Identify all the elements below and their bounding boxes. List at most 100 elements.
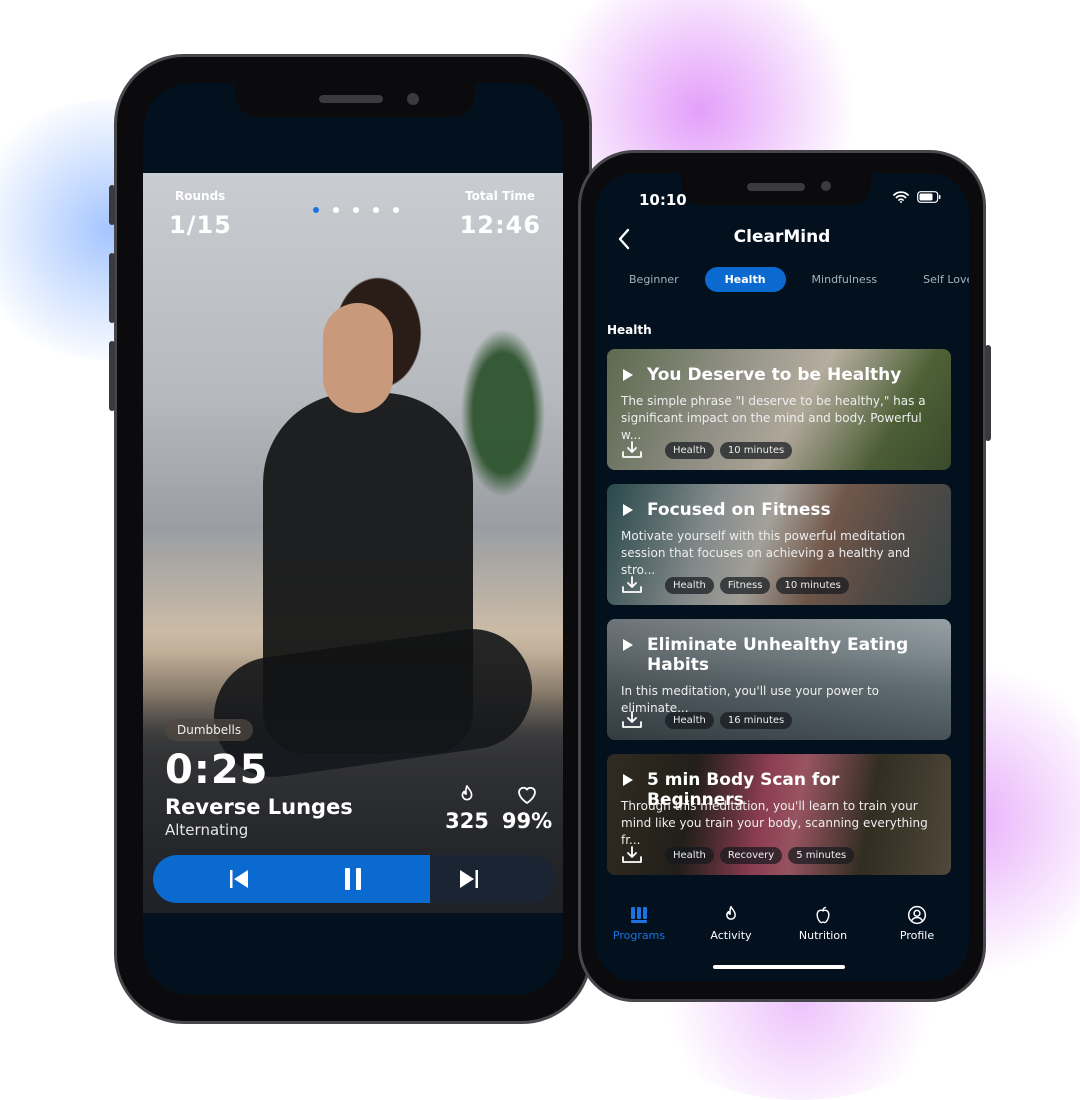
wifi-icon xyxy=(893,191,909,203)
calories-value: 325 xyxy=(445,809,489,833)
volume-up-button xyxy=(109,253,115,323)
tag: 16 minutes xyxy=(719,711,793,729)
page-dot[interactable] xyxy=(353,207,359,213)
meditation-card[interactable]: You Deserve to be Healthy The simple phr… xyxy=(607,349,951,470)
tag: Health xyxy=(665,711,714,729)
meditation-card[interactable]: Focused on Fitness Motivate yourself wit… xyxy=(607,484,951,605)
calories-metric: 325 xyxy=(437,783,497,833)
card-title-text: Focused on Fitness xyxy=(647,500,831,520)
next-button[interactable] xyxy=(439,855,499,903)
workout-phone: Rounds 1/15 Total Time 12:46 Dumbbells 0… xyxy=(109,54,592,1024)
pause-icon xyxy=(345,868,361,890)
download-icon[interactable] xyxy=(621,575,643,595)
status-time: 10:10 xyxy=(639,191,687,209)
play-icon xyxy=(623,504,633,516)
bottom-nav: Programs Activity Nutrition Profile xyxy=(595,885,969,981)
meditation-phone: 10:10 ClearMind Beginner Health Mindfulnes… xyxy=(578,150,991,1002)
page-indicator[interactable] xyxy=(313,207,399,213)
meditation-list: You Deserve to be Healthy The simple phr… xyxy=(607,349,951,919)
speaker xyxy=(319,95,383,103)
nav-programs[interactable]: Programs xyxy=(599,905,679,942)
download-icon[interactable] xyxy=(621,710,643,730)
nav-label: Nutrition xyxy=(798,929,848,942)
rounds-label: Rounds xyxy=(175,189,226,203)
page-dot[interactable] xyxy=(333,207,339,213)
tag: Fitness xyxy=(719,576,771,594)
camera xyxy=(407,93,419,105)
nav-activity[interactable]: Activity xyxy=(691,905,771,942)
meditation-card[interactable]: Eliminate Unhealthy Eating Habits In thi… xyxy=(607,619,951,740)
workout-screen: Rounds 1/15 Total Time 12:46 Dumbbells 0… xyxy=(143,83,563,995)
tab-beginner[interactable]: Beginner xyxy=(609,267,699,292)
rounds-value: 1/15 xyxy=(169,211,232,239)
meditation-card[interactable]: 5 min Body Scan for Beginners Through th… xyxy=(607,754,951,875)
card-description: Through this meditation, you'll learn to… xyxy=(621,799,928,847)
page-dot[interactable] xyxy=(393,207,399,213)
photo-shape xyxy=(323,303,393,413)
volume-down-button xyxy=(109,341,115,411)
tab-self-love[interactable]: Self Love xyxy=(903,267,969,292)
camera xyxy=(821,181,831,191)
home-indicator[interactable] xyxy=(713,965,845,969)
power-button xyxy=(985,345,991,441)
playback-controls xyxy=(153,855,555,903)
heart-rate-metric: 99% xyxy=(497,783,557,833)
programs-icon xyxy=(631,907,647,923)
phone-notch xyxy=(681,173,871,205)
download-icon[interactable] xyxy=(621,440,643,460)
profile-icon xyxy=(907,905,927,925)
tag: 5 minutes xyxy=(788,846,855,864)
total-time-value: 12:46 xyxy=(459,211,541,239)
page-dot[interactable] xyxy=(373,207,379,213)
heart-rate-value: 99% xyxy=(501,809,553,833)
mute-switch xyxy=(109,185,115,225)
flame-icon xyxy=(726,905,736,920)
card-title: Focused on Fitness xyxy=(621,500,937,520)
tag: Health xyxy=(665,441,714,459)
play-icon xyxy=(623,774,633,786)
total-time-label: Total Time xyxy=(465,189,535,203)
app-title: ClearMind xyxy=(733,227,831,247)
play-icon xyxy=(623,639,633,651)
card-footer: Health 10 minutes xyxy=(621,440,793,460)
card-footer: Health Recovery 5 minutes xyxy=(621,845,855,865)
flame-icon xyxy=(461,785,473,801)
phone-notch xyxy=(235,83,475,117)
tag: 10 minutes xyxy=(776,576,849,594)
battery-icon xyxy=(917,191,941,203)
apple-icon xyxy=(816,906,830,924)
download-icon[interactable] xyxy=(621,845,643,865)
meditation-screen: 10:10 ClearMind Beginner Health Mindfulnes… xyxy=(595,173,969,981)
card-title: Eliminate Unhealthy Eating Habits xyxy=(621,635,937,675)
section-title: Health xyxy=(607,323,652,337)
skip-next-icon xyxy=(460,870,478,888)
nav-label: Profile xyxy=(899,929,935,942)
previous-button[interactable] xyxy=(209,855,269,903)
heart-icon xyxy=(518,786,536,804)
tag: 10 minutes xyxy=(719,441,793,459)
nav-profile[interactable]: Profile xyxy=(877,905,957,942)
tag: Health xyxy=(665,576,714,594)
tag: Recovery xyxy=(719,846,783,864)
card-title: You Deserve to be Healthy xyxy=(621,365,937,385)
nav-label: Activity xyxy=(710,929,752,942)
tab-mindfulness[interactable]: Mindfulness xyxy=(792,267,898,292)
card-footer: Health Fitness 10 minutes xyxy=(621,575,849,595)
equipment-chip: Dumbbells xyxy=(165,719,254,741)
status-icons xyxy=(893,191,941,203)
card-description: The simple phrase "I deserve to be healt… xyxy=(621,394,926,442)
exercise-name: Reverse Lunges xyxy=(165,795,353,819)
nav-nutrition[interactable]: Nutrition xyxy=(783,905,863,942)
card-description: Motivate yourself with this powerful med… xyxy=(621,529,911,577)
play-icon xyxy=(623,369,633,381)
pause-button[interactable] xyxy=(323,855,383,903)
skip-previous-icon xyxy=(230,870,248,888)
tab-health[interactable]: Health xyxy=(704,267,786,292)
tag: Health xyxy=(665,846,714,864)
card-title-text: Eliminate Unhealthy Eating Habits xyxy=(647,635,909,675)
exercise-variation: Alternating xyxy=(165,821,249,839)
category-tabs: Beginner Health Mindfulness Self Love xyxy=(609,267,969,292)
nav-label: Programs xyxy=(612,929,666,942)
page-dot[interactable] xyxy=(313,207,319,213)
workout-progress-fill xyxy=(153,855,431,903)
